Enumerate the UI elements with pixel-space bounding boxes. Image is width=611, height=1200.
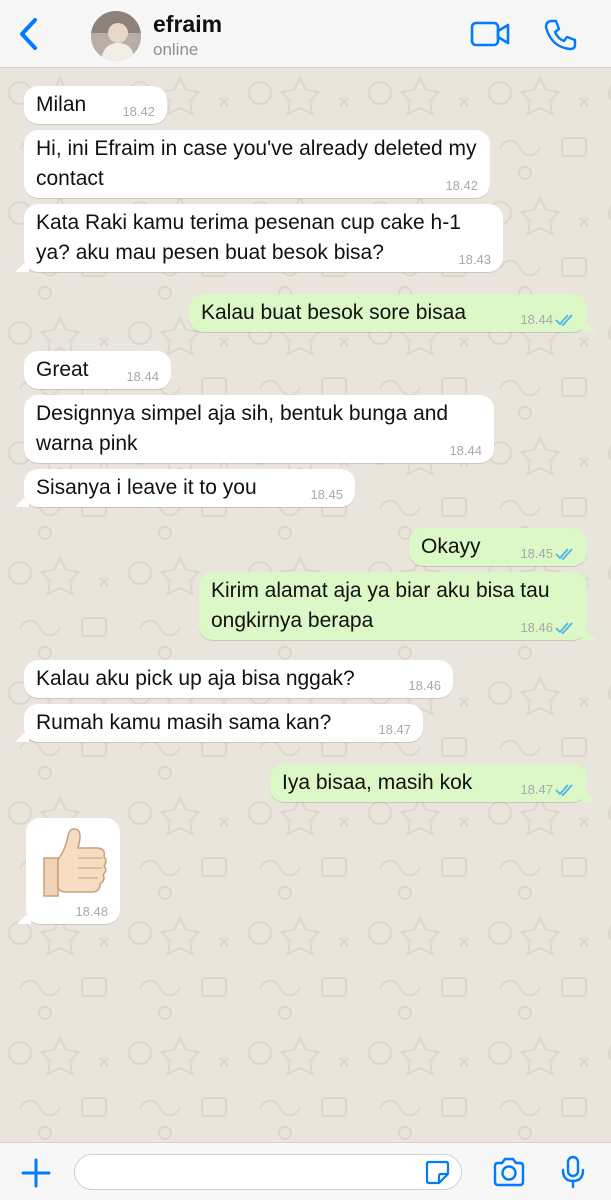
message-text: Okayy xyxy=(421,535,481,558)
incoming-message[interactable]: Hi, ini Efraim in case you've already de… xyxy=(24,130,490,198)
avatar[interactable] xyxy=(91,11,141,61)
message-text: Rumah kamu masih sama kan? xyxy=(36,711,332,734)
message-input[interactable] xyxy=(74,1154,462,1190)
chat-area[interactable]: Milan 18.42 Hi, ini Efraim in case you'v… xyxy=(0,68,611,1142)
plus-icon[interactable] xyxy=(20,1157,52,1194)
message-text: Designnya simpel aja sih, bentuk bunga a… xyxy=(36,402,449,455)
double-check-icon xyxy=(555,314,573,326)
double-check-icon xyxy=(555,784,573,796)
message-text: Hi, ini Efraim in case you've already de… xyxy=(36,137,477,190)
phone-call-icon[interactable] xyxy=(543,18,577,57)
incoming-message[interactable]: Great 18.44 xyxy=(24,351,171,389)
message-time: 18.46 xyxy=(520,620,553,635)
message-text: Great xyxy=(36,358,89,381)
outgoing-message[interactable]: Kalau buat besok sore bisaa 18.44 xyxy=(189,294,596,332)
double-check-icon xyxy=(555,622,573,634)
chat-header: efraim online xyxy=(0,0,611,68)
incoming-message[interactable]: Milan 18.42 xyxy=(24,86,167,124)
incoming-message[interactable]: Designnya simpel aja sih, bentuk bunga a… xyxy=(24,395,494,463)
message-time: 18.43 xyxy=(458,252,491,267)
outgoing-message[interactable]: Iya bisaa, masih kok 18.47 xyxy=(270,764,596,802)
thumbs-up-icon xyxy=(43,828,107,897)
contact-status: online xyxy=(153,40,199,59)
message-text: Kirim alamat aja ya biar aku bisa tau on… xyxy=(211,579,550,632)
message-time: 18.45 xyxy=(310,487,343,502)
message-time: 18.44 xyxy=(126,369,159,384)
message-time: 18.42 xyxy=(122,104,155,119)
message-time: 18.47 xyxy=(378,722,411,737)
video-call-icon[interactable] xyxy=(470,18,510,55)
incoming-message[interactable]: Rumah kamu masih sama kan? 18.47 xyxy=(15,704,423,742)
incoming-message[interactable]: Kalau aku pick up aja bisa nggak? 18.46 xyxy=(24,660,453,698)
double-check-icon xyxy=(555,548,573,560)
message-time: 18.44 xyxy=(449,443,482,458)
back-chevron-icon[interactable] xyxy=(14,16,44,52)
outgoing-message[interactable]: Kirim alamat aja ya biar aku bisa tau on… xyxy=(199,572,596,640)
message-input-bar xyxy=(0,1142,611,1200)
sticker-icon[interactable] xyxy=(424,1159,450,1190)
message-time: 18.46 xyxy=(408,678,441,693)
microphone-icon[interactable] xyxy=(560,1155,586,1194)
message-text: Milan xyxy=(36,93,87,116)
message-time: 18.47 xyxy=(520,782,553,797)
message-text: Kata Raki kamu terima pesenan cup cake h… xyxy=(36,211,461,264)
message-text: Sisanya i leave it to you xyxy=(36,476,257,499)
message-time: 18.42 xyxy=(445,178,478,193)
incoming-message[interactable]: Kata Raki kamu terima pesenan cup cake h… xyxy=(15,204,503,272)
message-time: 18.44 xyxy=(520,312,553,327)
incoming-sticker-message[interactable]: 18.48 xyxy=(17,818,120,924)
outgoing-message[interactable]: Okayy 18.45 xyxy=(409,528,587,566)
message-text: Iya bisaa, masih kok xyxy=(282,771,473,794)
message-time: 18.45 xyxy=(520,546,553,561)
incoming-message[interactable]: Sisanya i leave it to you 18.45 xyxy=(15,469,355,507)
camera-icon[interactable] xyxy=(492,1157,526,1192)
contact-name[interactable]: efraim xyxy=(153,11,222,38)
message-text: Kalau aku pick up aja bisa nggak? xyxy=(36,667,355,690)
message-time: 18.48 xyxy=(75,904,108,919)
message-text: Kalau buat besok sore bisaa xyxy=(201,301,467,324)
